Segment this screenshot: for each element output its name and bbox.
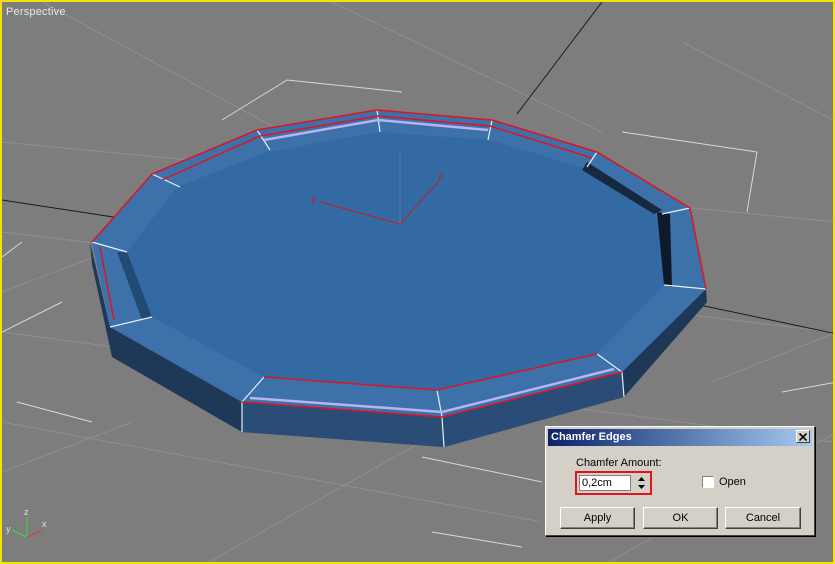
open-checkbox-label[interactable]: Open: [719, 476, 746, 488]
gizmo-y-label: y: [311, 194, 316, 205]
chamfer-amount-input[interactable]: 0,2cm: [579, 475, 631, 491]
close-button[interactable]: [796, 430, 810, 443]
viewport-label[interactable]: Perspective: [6, 6, 66, 18]
open-checkbox[interactable]: [702, 476, 714, 488]
gizmo-x-label: x: [438, 171, 443, 182]
corner-axis-z: z: [24, 507, 29, 517]
spinner-arrows[interactable]: [636, 475, 647, 491]
corner-axis-x: x: [42, 519, 47, 529]
close-icon: [799, 432, 807, 441]
dialog-title: Chamfer Edges: [551, 431, 632, 443]
corner-axis-tripod: [11, 517, 43, 538]
cancel-button[interactable]: Cancel: [725, 507, 801, 529]
perspective-viewport[interactable]: x y z y x Perspective Chamfer Edges Cham…: [0, 0, 835, 564]
spinner-up-icon[interactable]: [636, 475, 647, 483]
chamfer-edges-dialog: Chamfer Edges Chamfer Amount: 0,2cm Open…: [545, 426, 815, 536]
ok-button[interactable]: OK: [643, 507, 718, 529]
chamfer-amount-spinner: 0,2cm: [575, 471, 652, 495]
spinner-down-icon[interactable]: [636, 483, 647, 491]
dialog-titlebar[interactable]: Chamfer Edges: [548, 429, 812, 446]
chamfer-amount-label: Chamfer Amount:: [576, 457, 662, 469]
corner-axis-y: y: [6, 524, 11, 534]
apply-button[interactable]: Apply: [560, 507, 635, 529]
